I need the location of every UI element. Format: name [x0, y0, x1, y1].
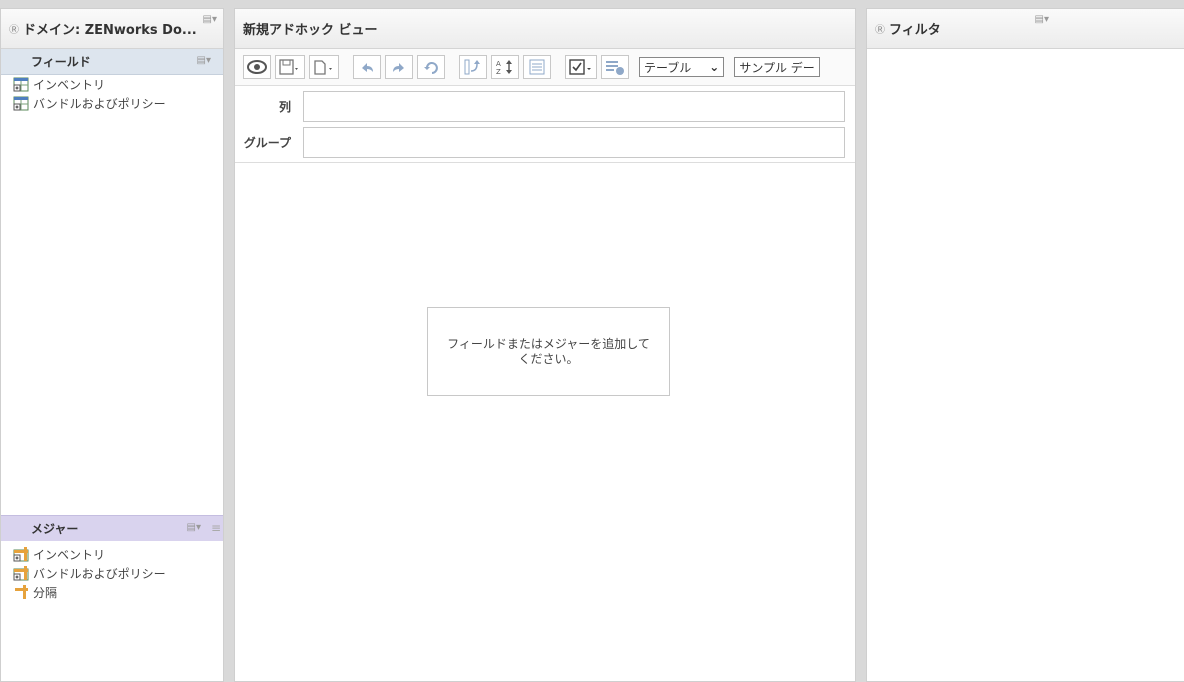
- fields-header-label: フィールド: [31, 55, 91, 69]
- hint-text: フィールドまたはメジャーを追加してください。: [447, 336, 650, 366]
- view-toolbar: A Z テーブル ⌄ サンプル デー: [235, 49, 855, 86]
- measure-icon: [15, 585, 28, 599]
- filter-panel: Ⓡ フィルタ ▤▾: [866, 8, 1184, 682]
- pivot-icon: [464, 59, 480, 75]
- redo-button[interactable]: [385, 55, 413, 79]
- data-source-header: Ⓡ ドメイン: ZENworks Do... ▤▾: [1, 9, 223, 49]
- layout-icon: [529, 59, 545, 75]
- filter-title: フィルタ: [889, 23, 941, 38]
- measures-menu-icon[interactable]: ▤▾: [187, 522, 201, 533]
- measure-item-inventory[interactable]: インベントリ: [1, 545, 223, 564]
- save-button[interactable]: [275, 55, 305, 79]
- adhoc-view-header: 新規アドホック ビュー: [235, 9, 855, 49]
- filter-menu-icon[interactable]: ▤▾: [1035, 14, 1049, 25]
- measure-group-icon: [13, 547, 29, 562]
- groups-row: グループ: [235, 124, 855, 160]
- view-type-select[interactable]: テーブル ⌄: [639, 57, 725, 77]
- collapse-icon[interactable]: Ⓡ: [9, 21, 19, 36]
- field-item-bundles-policies[interactable]: バンドルおよびポリシー: [1, 94, 223, 113]
- fields-section-header: フィールド ▤▾: [1, 49, 223, 75]
- undo-button[interactable]: [353, 55, 381, 79]
- groups-drop-zone[interactable]: [303, 126, 845, 158]
- table-group-icon: [13, 77, 29, 92]
- pivot-button[interactable]: [459, 55, 487, 79]
- layout-button[interactable]: [523, 55, 551, 79]
- redo-icon: [393, 63, 404, 72]
- field-item-inventory[interactable]: インベントリ: [1, 75, 223, 94]
- view-title: 新規アドホック ビュー: [243, 23, 378, 38]
- save-icon: [279, 59, 298, 75]
- domain-title: ドメイン: ZENworks Do...: [23, 23, 197, 38]
- undo-icon: [362, 63, 373, 72]
- checklist-icon: [569, 59, 591, 75]
- view-type-value: テーブル: [644, 60, 692, 75]
- measure-item-label: バンドルおよびポリシー: [33, 567, 166, 581]
- data-select-value: サンプル デー: [739, 60, 815, 75]
- svg-text:Z: Z: [496, 68, 501, 75]
- query-button[interactable]: [601, 55, 629, 79]
- sort-button[interactable]: A Z: [491, 55, 519, 79]
- groups-label: グループ: [243, 135, 291, 150]
- data-select[interactable]: サンプル デー: [734, 57, 820, 77]
- eye-icon: [247, 60, 267, 74]
- export-icon: [314, 60, 332, 75]
- measure-item-split[interactable]: 分隔: [1, 583, 223, 602]
- measure-item-bundles-policies[interactable]: バンドルおよびポリシー: [1, 564, 223, 583]
- field-item-label: バンドルおよびポリシー: [33, 97, 166, 111]
- measure-item-label: 分隔: [33, 586, 58, 600]
- field-item-label: インベントリ: [33, 78, 106, 92]
- preview-button[interactable]: [243, 55, 271, 79]
- filter-header: Ⓡ フィルタ ▤▾: [867, 9, 1184, 49]
- options-button[interactable]: [565, 55, 597, 79]
- columns-drop-zone[interactable]: [303, 90, 845, 122]
- undo-all-button[interactable]: [417, 55, 445, 79]
- layout-rows: 列 グループ: [235, 86, 855, 163]
- panel-menu-icon[interactable]: ▤▾: [203, 14, 217, 25]
- export-button[interactable]: [309, 55, 339, 79]
- adhoc-view-panel: 新規アドホック ビュー A Z テーブル ⌄ サンプル デー 列 グループ フィ…: [234, 8, 856, 682]
- measures-header-label: メジャー: [31, 522, 79, 536]
- data-source-panel: Ⓡ ドメイン: ZENworks Do... ▤▾ フィールド ▤▾ インベント…: [0, 8, 224, 682]
- sort-icon: A Z: [496, 60, 512, 75]
- fields-tree: インベントリ バンドルおよびポリシー: [1, 75, 223, 515]
- columns-row: 列: [235, 88, 855, 124]
- chevron-down-icon: ⌄: [709, 60, 720, 74]
- svg-text:A: A: [496, 60, 501, 68]
- query-icon: [606, 61, 624, 75]
- measure-group-icon: [13, 566, 29, 581]
- measures-tree: インベントリ バンドルおよびポリシー 分隔: [1, 541, 223, 602]
- table-group-icon: [13, 96, 29, 111]
- columns-label: 列: [278, 99, 291, 114]
- collapse-icon[interactable]: Ⓡ: [875, 21, 885, 36]
- measure-item-label: インベントリ: [33, 548, 106, 562]
- fields-menu-icon[interactable]: ▤▾: [197, 55, 211, 66]
- measures-list-icon[interactable]: ≡: [211, 521, 221, 535]
- empty-view-hint: フィールドまたはメジャーを追加してください。: [427, 307, 670, 396]
- undo-all-icon: [424, 62, 438, 74]
- measures-section-header: メジャー ▤▾ ≡: [1, 515, 223, 541]
